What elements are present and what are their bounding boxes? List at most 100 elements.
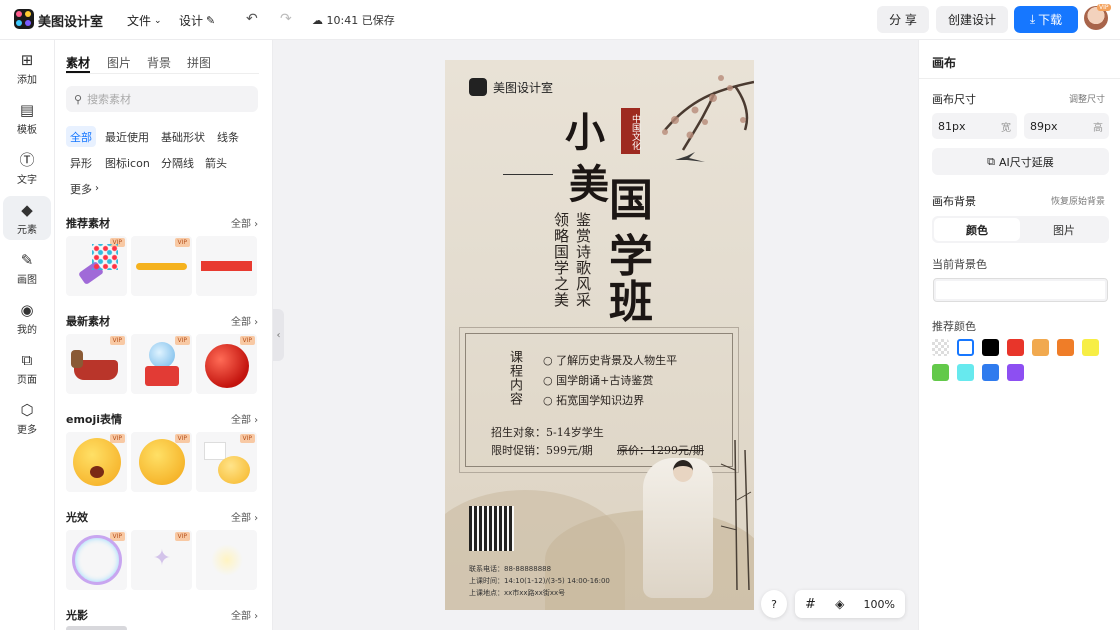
bamboo-illustration <box>720 440 752 590</box>
color-swatch[interactable] <box>957 364 974 381</box>
asset-snow-globe[interactable]: VIP <box>131 334 192 394</box>
layers-icon[interactable]: ◈ <box>835 597 844 611</box>
restore-bg-link[interactable]: 恢复原始背景 <box>1047 194 1105 207</box>
adjust-size-link[interactable]: 调整尺寸 <box>1047 92 1105 105</box>
share-button[interactable]: 分 享 <box>877 6 929 33</box>
asset-red-bar[interactable] <box>196 236 257 296</box>
design-canvas[interactable]: 美图设计室 小 美 国 学 班 中国文化 鉴赏诗歌风采 领略国学之美 课程内容 … <box>445 60 754 610</box>
download-button[interactable]: ⤓ 下载 <box>1014 6 1078 33</box>
color-swatch[interactable] <box>1057 339 1074 356</box>
decor-line <box>503 174 553 175</box>
rail-item-mine[interactable]: ◉ 我的 <box>3 296 51 340</box>
vip-badge: VIP <box>1097 4 1111 11</box>
chip-lines[interactable]: 线条 <box>213 126 243 147</box>
height-input[interactable]: 89px 高 <box>1024 113 1109 139</box>
current-bg-color-swatch[interactable] <box>933 278 1108 302</box>
asset-reindeer-sleigh[interactable]: VIP <box>66 334 127 394</box>
chip-more[interactable]: 更多 › <box>66 178 103 199</box>
rail-item-page[interactable]: ⧉ 页面 <box>3 346 51 390</box>
rail-item-elements[interactable]: ◆ 元素 <box>3 196 51 240</box>
see-all-link[interactable]: 全部 › <box>231 509 258 524</box>
rail-label: 我的 <box>17 324 37 336</box>
course-item: ○ 拓宽国学知识边界 <box>543 394 645 407</box>
pen-icon: ✎ <box>20 250 34 269</box>
color-swatch[interactable] <box>1032 339 1049 356</box>
chip-arrows[interactable]: 箭头 <box>201 152 231 173</box>
chip-basic-shapes[interactable]: 基础形状 <box>157 126 209 147</box>
see-all-link[interactable]: 全部 › <box>231 607 258 622</box>
rail-item-template[interactable]: ▤ 模板 <box>3 96 51 140</box>
section-title: 光效 <box>66 511 88 524</box>
color-swatch[interactable] <box>957 339 974 356</box>
asset-thinking-emoji[interactable]: VIP <box>131 432 192 492</box>
current-bg-label: 当前背景色 <box>932 258 987 271</box>
poster-title-char: 美 <box>569 161 609 208</box>
ai-extend-button[interactable]: ⧉ AI尺寸延展 <box>932 148 1109 175</box>
color-swatch[interactable] <box>932 364 949 381</box>
redo-icon[interactable]: ↷ <box>280 11 292 27</box>
tab-materials[interactable]: 素材 <box>66 54 90 71</box>
section-title: 推荐素材 <box>66 217 110 230</box>
undo-icon[interactable]: ↶ <box>246 11 258 27</box>
file-menu[interactable]: 文件 ⌄ <box>127 12 162 29</box>
rail-item-text[interactable]: Ⓣ 文字 <box>3 146 51 190</box>
color-swatch[interactable] <box>1007 339 1024 356</box>
tab-indicator <box>66 71 90 73</box>
tab-images[interactable]: 图片 <box>107 54 131 71</box>
zoom-level[interactable]: 100% <box>864 598 895 611</box>
asset-brush-stroke[interactable]: VIP <box>131 236 192 296</box>
rail-label: 文字 <box>17 174 37 186</box>
see-all-link[interactable]: 全部 › <box>231 411 258 426</box>
chevron-right-icon: › <box>95 183 99 194</box>
grid-icon[interactable]: # <box>805 597 816 612</box>
chip-recent[interactable]: 最近使用 <box>101 126 153 147</box>
chip-irregular[interactable]: 异形 <box>66 152 96 173</box>
see-all-label: 全部 <box>231 611 251 622</box>
help-button[interactable]: ? <box>761 590 787 618</box>
asset-panel: 素材 图片 背景 拼图 ⚲ 搜索素材 全部 最近使用 基础形状 线条 异形 图标i… <box>55 40 273 630</box>
chip-dividers[interactable]: 分隔线 <box>157 152 198 173</box>
asset-shadow-preview[interactable] <box>66 626 127 630</box>
poster-brand: 美图设计室 <box>469 78 553 96</box>
color-swatch[interactable] <box>982 364 999 381</box>
create-design-button[interactable]: 创建设计 <box>936 6 1008 33</box>
color-swatch[interactable] <box>932 339 949 356</box>
search-icon: ⚲ <box>74 92 83 106</box>
rail-item-draw[interactable]: ✎ 画图 <box>3 246 51 290</box>
tab-collage[interactable]: 拼图 <box>187 54 211 71</box>
rail-label: 页面 <box>17 374 37 386</box>
tab-color[interactable]: 颜色 <box>934 218 1020 241</box>
collapse-panel-button[interactable]: ‹ <box>273 309 284 361</box>
asset-chick-emoji[interactable]: VIP <box>196 432 257 492</box>
chip-all[interactable]: 全部 <box>66 126 96 147</box>
asset-party-popper[interactable]: VIP <box>66 236 127 296</box>
chip-icons[interactable]: 图标icon <box>101 152 154 173</box>
asset-sparkle[interactable]: VIP ✦ <box>131 530 192 590</box>
asset-shocked-emoji[interactable]: VIP <box>66 432 127 492</box>
asset-apple[interactable]: VIP <box>196 334 257 394</box>
see-all-link[interactable]: 全部 › <box>231 215 258 230</box>
course-item: ○ 了解历史背景及人物生平 <box>543 354 678 367</box>
vip-badge: VIP <box>174 532 190 541</box>
ai-extend-label: AI尺寸延展 <box>999 155 1054 169</box>
sparkle-icon: ✦ <box>152 546 172 571</box>
glow-icon <box>211 544 243 576</box>
color-swatch[interactable] <box>982 339 999 356</box>
see-all-link[interactable]: 全部 › <box>231 313 258 328</box>
rail-item-add[interactable]: ⊞ 添加 <box>3 46 51 90</box>
crane-illustration <box>675 152 705 162</box>
search-input[interactable]: ⚲ 搜索素材 <box>66 86 258 112</box>
color-swatch[interactable] <box>1082 339 1099 356</box>
tab-image[interactable]: 图片 <box>1021 218 1107 241</box>
asset-glow[interactable] <box>196 530 257 590</box>
tab-divider <box>66 73 259 74</box>
see-all-label: 全部 <box>231 219 251 230</box>
tab-backgrounds[interactable]: 背景 <box>147 54 171 71</box>
color-swatch[interactable] <box>1007 364 1024 381</box>
width-input[interactable]: 81px 宽 <box>932 113 1017 139</box>
asset-bubble[interactable]: VIP <box>66 530 127 590</box>
design-menu[interactable]: 设计 ✎ <box>179 12 215 29</box>
apple-icon <box>205 344 249 388</box>
reindeer-icon <box>71 350 83 368</box>
rail-item-more[interactable]: ⬡ 更多 <box>3 396 51 440</box>
